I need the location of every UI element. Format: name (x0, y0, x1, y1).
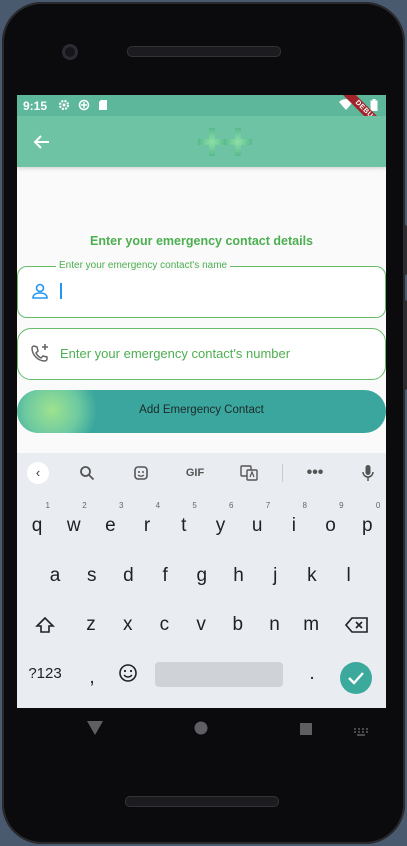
system-nav-bar (17, 708, 386, 750)
key-u[interactable]: u7 (242, 501, 272, 546)
form-heading: Enter your emergency contact details (90, 234, 313, 248)
key-m[interactable]: m (296, 605, 326, 645)
symbols-key[interactable]: ?123 (23, 654, 67, 694)
key-k[interactable]: k (297, 556, 327, 596)
volume-button (403, 300, 407, 390)
top-speaker (127, 46, 281, 57)
nav-home-icon[interactable] (194, 721, 208, 740)
checkmark-icon (348, 672, 364, 685)
key-x[interactable]: x (113, 605, 143, 645)
key-i[interactable]: i8 (279, 501, 309, 546)
app-bar (17, 116, 386, 167)
key-y[interactable]: y6 (206, 501, 236, 546)
comma-key[interactable]: , (77, 658, 107, 698)
translate-icon[interactable] (237, 461, 261, 485)
keyboard-toolbar: ‹ GIF ••• (17, 453, 386, 493)
keyboard-back-icon[interactable]: ‹ (27, 462, 49, 484)
nav-back-icon[interactable] (87, 721, 103, 740)
emoji-key[interactable] (113, 654, 143, 694)
backspace-key[interactable] (339, 605, 375, 645)
period-key[interactable]: . (297, 654, 327, 694)
contact-number-placeholder: Enter your emergency contact's number (60, 346, 291, 361)
key-v[interactable]: v (186, 605, 216, 645)
key-r[interactable]: r4 (132, 501, 162, 546)
green-cross-logo (197, 126, 257, 158)
power-button (403, 225, 407, 275)
sd-card-icon (97, 99, 109, 111)
contact-name-field[interactable]: Enter your emergency contact's name (17, 260, 386, 318)
arrow-left-icon (33, 135, 49, 149)
add-emergency-contact-button[interactable]: Add Emergency Contact (17, 390, 386, 433)
text-cursor (60, 283, 62, 299)
add-emergency-contact-label: Add Emergency Contact (139, 404, 264, 416)
key-w[interactable]: w2 (59, 501, 89, 546)
key-d[interactable]: d (113, 556, 143, 596)
key-l[interactable]: l (334, 556, 364, 596)
key-f[interactable]: f (150, 556, 180, 596)
key-t[interactable]: t5 (169, 501, 199, 546)
settings-icon (58, 99, 70, 111)
more-icon[interactable]: ••• (303, 461, 327, 485)
key-e[interactable]: e3 (95, 501, 125, 546)
key-z[interactable]: z (76, 605, 106, 645)
key-q[interactable]: q1 (22, 501, 52, 546)
key-c[interactable]: c (149, 605, 179, 645)
add-call-icon (30, 343, 50, 363)
contact-name-label: Enter your emergency contact's name (56, 260, 231, 271)
sticker-icon[interactable] (129, 461, 153, 485)
nav-recents-icon[interactable] (300, 722, 312, 740)
data-saver-icon (78, 99, 90, 111)
space-key[interactable] (155, 662, 283, 687)
key-j[interactable]: j (260, 556, 290, 596)
back-button[interactable] (31, 131, 53, 153)
person-icon (30, 281, 50, 301)
front-camera (62, 44, 78, 60)
key-n[interactable]: n (260, 605, 290, 645)
key-s[interactable]: s (77, 556, 107, 596)
status-time: 9:15 (23, 99, 48, 113)
soft-keyboard: ‹ GIF ••• q1w2e3r4t5y6u7i8o9p0 asdfghjkl… (17, 453, 386, 708)
key-p[interactable]: p0 (352, 501, 382, 546)
contact-number-field[interactable]: Enter your emergency contact's number (17, 328, 386, 380)
gif-button[interactable]: GIF (180, 461, 210, 485)
status-bar: 9:15 DEBUG (17, 95, 386, 143)
search-icon[interactable] (75, 461, 99, 485)
key-g[interactable]: g (187, 556, 217, 596)
enter-key[interactable] (340, 662, 372, 694)
app-screen: 9:15 DEBUG Enter your emergency contact … (17, 95, 386, 708)
key-a[interactable]: a (40, 556, 70, 596)
mic-icon[interactable] (356, 461, 380, 485)
keyboard-switch-icon[interactable] (353, 724, 369, 742)
key-b[interactable]: b (223, 605, 253, 645)
key-h[interactable]: h (224, 556, 254, 596)
bottom-speaker (125, 796, 279, 807)
key-o[interactable]: o9 (316, 501, 346, 546)
shift-key[interactable] (27, 605, 63, 645)
